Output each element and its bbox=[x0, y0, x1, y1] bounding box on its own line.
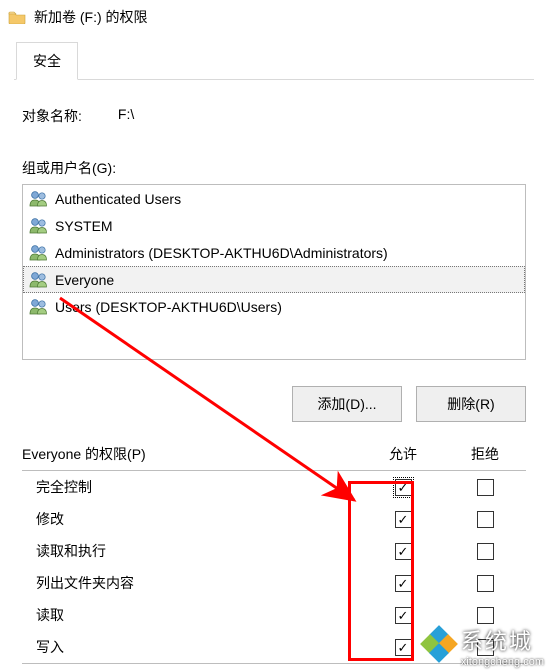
tab-strip: 安全 bbox=[14, 40, 534, 80]
allow-checkbox[interactable] bbox=[395, 575, 412, 592]
group-buttons-row: 添加(D)... 删除(R) bbox=[22, 386, 526, 422]
list-item[interactable]: Authenticated Users bbox=[23, 185, 525, 212]
object-name-row: 对象名称: F:\ bbox=[22, 106, 526, 126]
watermark: 系统城 xitongcheng.com bbox=[425, 624, 544, 668]
permission-name: 读取和执行 bbox=[36, 541, 362, 561]
list-item[interactable]: Everyone bbox=[23, 266, 525, 293]
tab-security[interactable]: 安全 bbox=[16, 42, 78, 80]
allow-checkbox[interactable] bbox=[395, 607, 412, 624]
column-allow-header: 允许 bbox=[362, 444, 444, 464]
add-button[interactable]: 添加(D)... bbox=[292, 386, 402, 422]
deny-checkbox[interactable] bbox=[477, 607, 494, 624]
list-item-label: Everyone bbox=[55, 273, 114, 287]
object-name-value: F:\ bbox=[118, 106, 134, 126]
list-item[interactable]: SYSTEM bbox=[23, 212, 525, 239]
allow-checkbox[interactable] bbox=[395, 511, 412, 528]
permission-name: 读取 bbox=[36, 605, 362, 625]
deny-checkbox[interactable] bbox=[477, 511, 494, 528]
users-group-icon bbox=[29, 298, 49, 316]
object-name-label: 对象名称: bbox=[22, 106, 82, 126]
list-item[interactable]: Administrators (DESKTOP-AKTHU6D\Administ… bbox=[23, 239, 525, 266]
allow-checkbox[interactable] bbox=[395, 543, 412, 560]
allow-checkbox[interactable] bbox=[395, 479, 412, 496]
users-group-icon bbox=[29, 190, 49, 208]
watermark-url: xitongcheng.com bbox=[461, 656, 544, 668]
users-group-icon bbox=[29, 271, 49, 289]
remove-button[interactable]: 删除(R) bbox=[416, 386, 526, 422]
permission-row: 列出文件夹内容 bbox=[22, 567, 526, 599]
allow-checkbox[interactable] bbox=[395, 639, 412, 656]
watermark-logo bbox=[425, 631, 455, 661]
groups-listbox[interactable]: Authenticated Users SYSTEM Administrator… bbox=[22, 184, 526, 360]
folder-icon bbox=[8, 10, 26, 24]
permission-name: 列出文件夹内容 bbox=[36, 573, 362, 593]
column-deny-header: 拒绝 bbox=[444, 444, 526, 464]
list-item-label: Administrators (DESKTOP-AKTHU6D\Administ… bbox=[55, 246, 388, 260]
deny-checkbox[interactable] bbox=[477, 575, 494, 592]
list-item[interactable]: Users (DESKTOP-AKTHU6D\Users) bbox=[23, 293, 525, 320]
deny-checkbox[interactable] bbox=[477, 479, 494, 496]
titlebar: 新加卷 (F:) 的权限 bbox=[0, 0, 548, 34]
users-group-icon bbox=[29, 217, 49, 235]
list-item-label: Users (DESKTOP-AKTHU6D\Users) bbox=[55, 300, 282, 314]
permission-name: 完全控制 bbox=[36, 477, 362, 497]
permission-name: 写入 bbox=[36, 637, 362, 657]
window-title: 新加卷 (F:) 的权限 bbox=[34, 7, 148, 27]
deny-checkbox[interactable] bbox=[477, 543, 494, 560]
watermark-brand: 系统城 bbox=[461, 624, 544, 656]
list-item-label: Authenticated Users bbox=[55, 192, 181, 206]
permission-name: 修改 bbox=[36, 509, 362, 529]
permission-row: 修改 bbox=[22, 503, 526, 535]
groups-label: 组或用户名(G): bbox=[22, 158, 526, 178]
permissions-header: Everyone 的权限(P) 允许 拒绝 bbox=[22, 444, 526, 464]
list-item-label: SYSTEM bbox=[55, 219, 113, 233]
permission-row: 完全控制 bbox=[22, 471, 526, 503]
permission-row: 读取和执行 bbox=[22, 535, 526, 567]
permissions-label: Everyone 的权限(P) bbox=[22, 444, 362, 464]
users-group-icon bbox=[29, 244, 49, 262]
